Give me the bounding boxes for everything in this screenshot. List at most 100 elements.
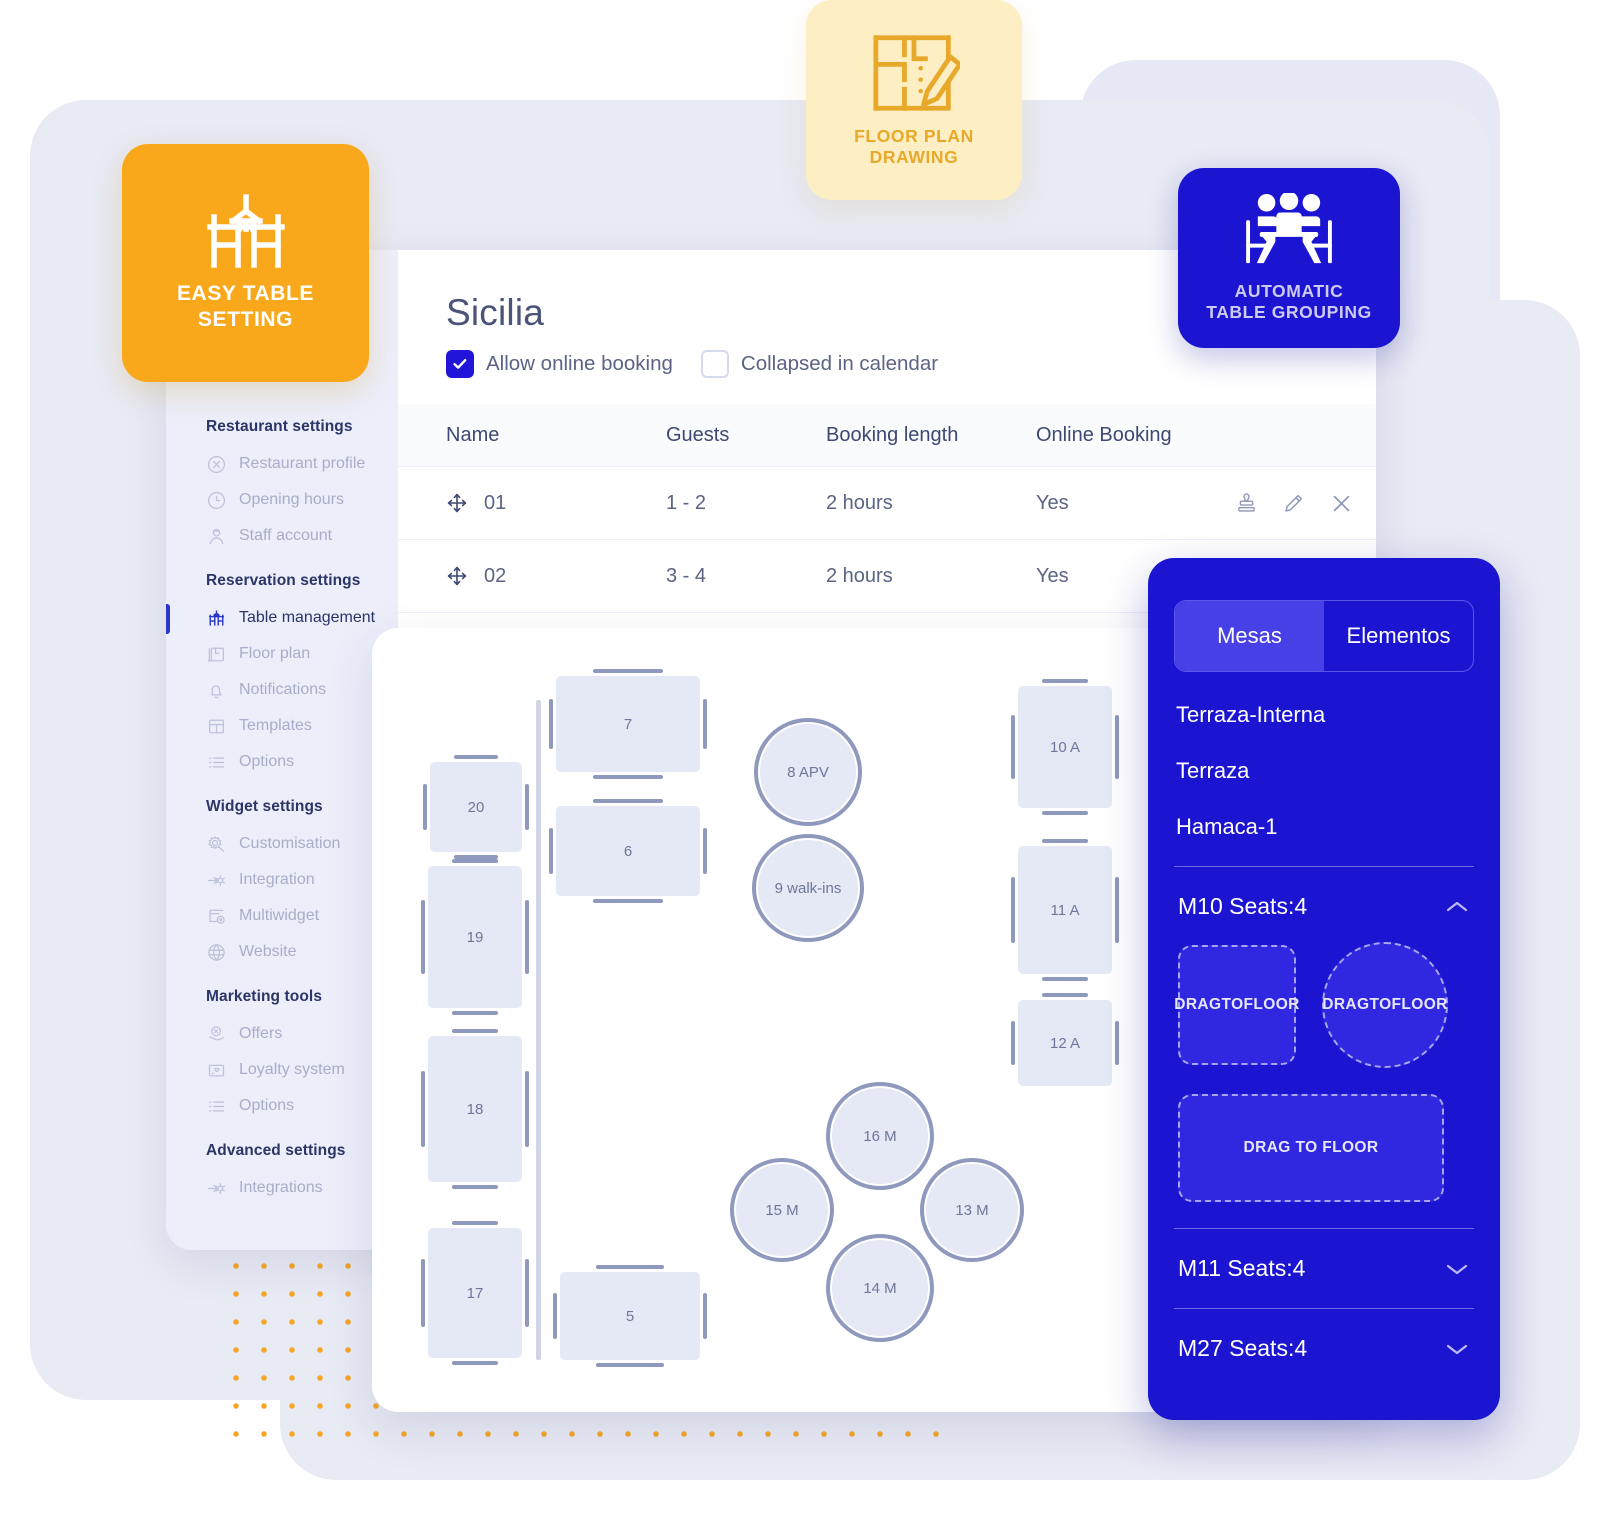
floor-seat — [754, 718, 862, 826]
table-group-header[interactable]: M11 Seats:4 — [1148, 1255, 1500, 1282]
sidebar-item-label: Notifications — [239, 681, 327, 698]
zone-item[interactable]: Hamaca-1 — [1148, 814, 1500, 840]
staff-person-icon — [206, 526, 226, 546]
floor-table[interactable]: 19 — [421, 859, 529, 1015]
chevron-down-icon[interactable] — [1444, 1261, 1470, 1277]
sidebar-item-integration[interactable]: Integration — [166, 862, 398, 898]
floor-table[interactable]: 5 — [553, 1265, 707, 1367]
floor-table[interactable]: 15 M — [730, 1158, 834, 1262]
floor-table[interactable]: 7 — [549, 669, 707, 779]
floor-seat — [596, 1265, 664, 1269]
table-chairs-icon — [206, 608, 226, 628]
sidebar-item-opening-hours[interactable]: Opening hours — [166, 482, 398, 518]
drag-to-floor-wide[interactable]: DRAG TO FLOOR — [1178, 1094, 1444, 1202]
floor-table[interactable]: 12 A — [1011, 993, 1119, 1086]
zone-item[interactable]: Terraza — [1148, 758, 1500, 784]
floor-table[interactable]: 20 — [423, 755, 529, 859]
drag-label-line: FLOOR — [1391, 995, 1448, 1013]
table-group-label: M27 Seats:4 — [1178, 1335, 1308, 1361]
floor-seat — [730, 1158, 834, 1262]
sidebar-item-staff-account[interactable]: Staff account — [166, 518, 398, 554]
table-group-header[interactable]: M27 Seats:4 — [1148, 1335, 1500, 1362]
table-name-value: 01 — [484, 491, 507, 514]
floor-table[interactable]: 11 A — [1011, 839, 1119, 981]
floor-seat — [593, 799, 663, 803]
floor-seat — [1042, 993, 1088, 997]
move-icon[interactable] — [446, 565, 468, 587]
floor-table-label: 19 — [466, 928, 484, 946]
tab-elementos[interactable]: Elementos — [1324, 601, 1473, 671]
sidebar-item-label: Options — [239, 1097, 295, 1114]
sidebar-item-loyalty-system[interactable]: Loyalty system — [166, 1052, 398, 1088]
floorplan-pencil-icon — [868, 32, 960, 114]
sidebar-item-multiwidget[interactable]: Multiwidget — [166, 898, 398, 934]
table-row[interactable]: 01 1 - 2 2 hours Yes — [398, 467, 1376, 540]
collapsed-in-calendar-checkbox[interactable]: Collapsed in calendar — [700, 350, 939, 378]
sidebar-item-options[interactable]: Options — [166, 744, 398, 780]
cell-name: 01 — [398, 492, 666, 515]
chevron-up-icon[interactable] — [1444, 899, 1470, 915]
column-header-length: Booking length — [826, 423, 959, 446]
sidebar-item-options[interactable]: Options — [166, 1088, 398, 1124]
sidebar-item-website[interactable]: Website — [166, 934, 398, 970]
sidebar-item-label: Staff account — [239, 527, 333, 544]
tab-mesas[interactable]: Mesas — [1175, 601, 1324, 671]
sidebar-item-customisation[interactable]: Customisation — [166, 826, 398, 862]
zone-item[interactable]: Terraza-Interna — [1148, 702, 1500, 728]
checkbox-checked-icon[interactable] — [446, 350, 474, 378]
floor-table[interactable]: 9 walk-ins — [752, 834, 864, 942]
people-at-table-icon — [1240, 192, 1338, 269]
floorplan-icon — [206, 644, 226, 664]
sidebar-item-restaurant-profile[interactable]: Restaurant profile — [166, 446, 398, 482]
floor-table[interactable]: 13 M — [920, 1158, 1024, 1262]
checkbox-unchecked-icon[interactable] — [700, 350, 729, 378]
gear-pencil-icon — [206, 834, 226, 854]
sidebar-item-label: Templates — [239, 717, 312, 734]
drag-to-floor-circle[interactable]: DRAG TO FLOOR — [1322, 942, 1448, 1068]
floor-seat — [452, 1029, 498, 1033]
sidebar-item-integrations[interactable]: Integrations — [166, 1170, 398, 1206]
floor-table[interactable]: 8 APV — [754, 718, 862, 826]
floor-seat — [423, 783, 427, 831]
floor-table-label: 18 — [466, 1100, 484, 1118]
collapsed-in-calendar-label: Collapsed in calendar — [740, 352, 939, 375]
floor-table[interactable]: 10 A — [1011, 679, 1119, 815]
drag-label-line: DRAG — [1322, 995, 1370, 1013]
arrow-gear-icon — [206, 870, 226, 890]
cell-online-booking: Yes — [1036, 491, 1069, 514]
floor-table[interactable]: 16 M — [826, 1082, 934, 1190]
cell-booking-length: 2 hours — [826, 491, 893, 514]
drag-to-floor-square[interactable]: DRAG TO FLOOR — [1174, 945, 1299, 1065]
floor-table[interactable]: 18 — [421, 1029, 529, 1189]
sidebar-item-offers[interactable]: Offers — [166, 1016, 398, 1052]
chevron-down-icon[interactable] — [1444, 1341, 1470, 1357]
stamp-icon[interactable] — [1236, 492, 1257, 514]
sidebar-item-floor-plan[interactable]: Floor plan — [166, 636, 398, 672]
pencil-icon[interactable] — [1283, 493, 1304, 514]
floor-seat — [593, 669, 663, 673]
panel-tabs: Mesas Elementos — [1174, 600, 1474, 672]
sidebar-item-notifications[interactable]: Notifications — [166, 672, 398, 708]
floor-seat — [453, 755, 499, 759]
move-icon[interactable] — [446, 492, 468, 514]
floor-table-label: 20 — [467, 798, 485, 816]
floor-table[interactable]: 14 M — [826, 1234, 934, 1342]
sidebar-group-title: Widget settings — [206, 798, 323, 815]
floor-table[interactable]: 17 — [421, 1221, 529, 1365]
divider — [1174, 1308, 1474, 1309]
close-icon[interactable] — [1330, 492, 1353, 515]
floor-seat — [703, 827, 707, 875]
floor-seat — [920, 1158, 1024, 1262]
drag-label-line: FLOOR — [1243, 995, 1300, 1013]
floor-table[interactable]: 6 — [549, 799, 707, 903]
floor-seat — [1042, 679, 1088, 683]
floor-seat — [826, 1234, 934, 1342]
badge-auto-line1: AUTOMATIC — [1234, 280, 1344, 301]
sidebar-item-templates[interactable]: Templates — [166, 708, 398, 744]
table-group-header[interactable]: M10 Seats:4 — [1148, 893, 1500, 920]
allow-online-booking-checkbox[interactable]: Allow online booking — [446, 350, 673, 378]
floor-seat — [1115, 1020, 1119, 1066]
badge-easy-line1: EASY TABLE — [176, 282, 315, 306]
badge-easy-table-setting: EASY TABLE SETTING — [122, 144, 369, 382]
sidebar-item-table-management[interactable]: Table management — [166, 600, 398, 636]
